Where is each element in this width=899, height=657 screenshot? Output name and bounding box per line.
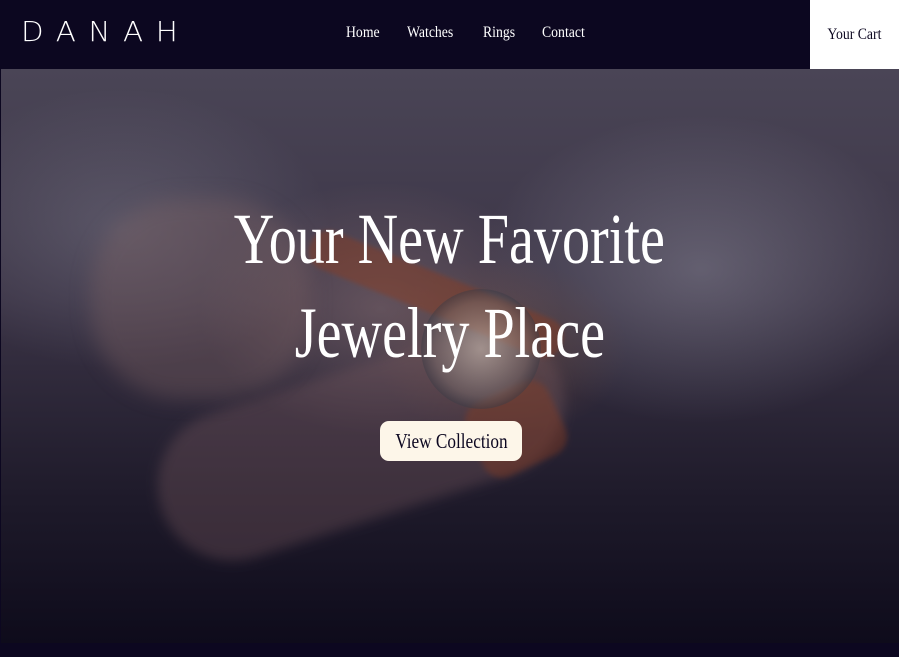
nav-item-rings[interactable]: Rings	[483, 21, 515, 45]
hero-headline-line2: Jewelry Place	[294, 293, 605, 373]
cart-label: Your Cart	[827, 25, 882, 43]
view-collection-button[interactable]: View Collection	[380, 421, 522, 461]
hero-headline: Your New Favorite Jewelry Place	[0, 192, 899, 380]
nav-item-contact[interactable]: Contact	[542, 21, 585, 45]
brand-logo[interactable]: DANAH	[21, 15, 190, 49]
view-collection-label: View Collection	[394, 428, 508, 453]
cart-button[interactable]: Your Cart	[810, 0, 899, 69]
nav-item-home[interactable]: Home	[346, 21, 380, 45]
main-nav: Home Watches Rings Contact	[346, 21, 592, 45]
bottom-strip	[0, 643, 899, 657]
navbar: DANAH Home Watches Rings Contact Your Ca…	[0, 0, 899, 69]
nav-item-watches[interactable]: Watches	[407, 21, 453, 45]
hero-headline-line1: Your New Favorite	[233, 199, 666, 279]
